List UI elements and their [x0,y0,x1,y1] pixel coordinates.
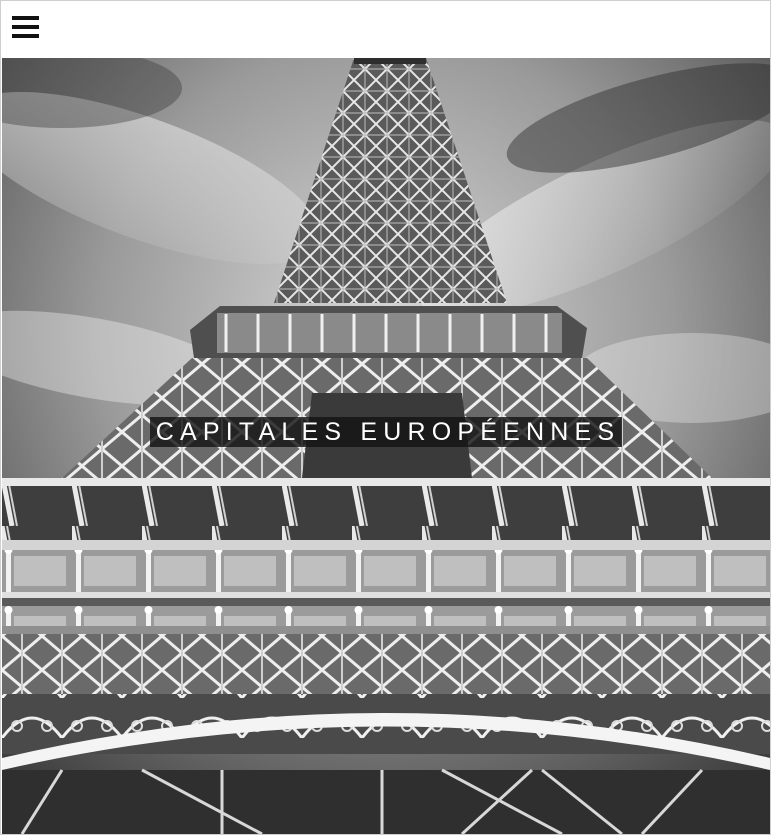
hero-title: CAPITALES EUROPÉENNES [149,417,623,447]
hero-title-wrapper: CAPITALES EUROPÉENNES [2,417,770,447]
menu-bar-middle [12,25,39,29]
menu-bar-bottom [12,34,39,38]
hamburger-menu-icon[interactable] [11,13,41,43]
hero-banner: CAPITALES EUROPÉENNES [2,58,770,834]
page-frame: CAPITALES EUROPÉENNES [0,0,771,835]
menu-bar-top [12,16,39,20]
top-navigation-bar [1,1,770,58]
